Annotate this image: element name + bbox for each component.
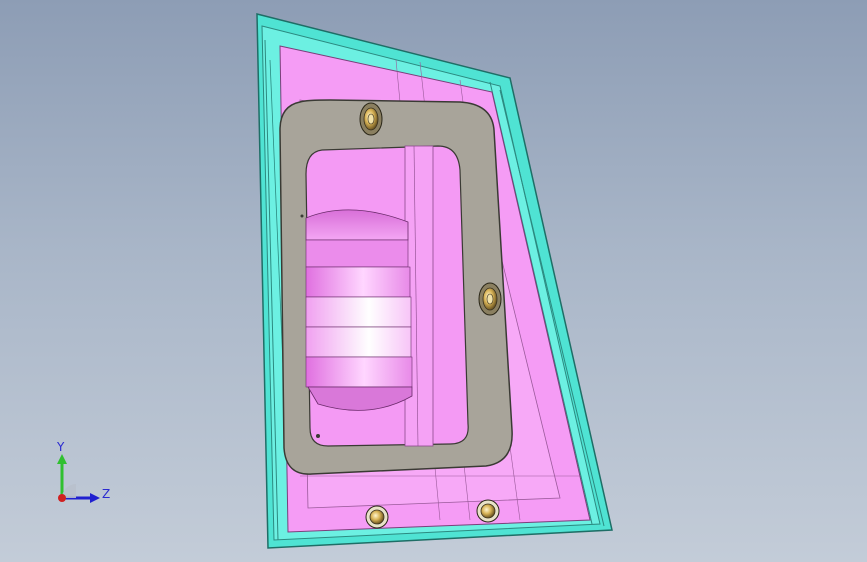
arrow-right-icon [90, 493, 100, 503]
y-axis-label: Y [57, 440, 65, 454]
x-axis-dot-icon [58, 494, 66, 502]
orientation-triad: Y Z [48, 440, 118, 510]
bolt-bottom-left[interactable] [365, 505, 389, 529]
bolt-top[interactable] [359, 102, 383, 136]
arrow-up-icon [57, 454, 67, 464]
z-axis-label: Z [102, 487, 111, 501]
cad-model[interactable] [0, 0, 867, 562]
bolt-bottom-right[interactable] [476, 499, 500, 523]
bolt-right[interactable] [478, 282, 502, 316]
3d-viewport[interactable]: Y Z [0, 0, 867, 562]
